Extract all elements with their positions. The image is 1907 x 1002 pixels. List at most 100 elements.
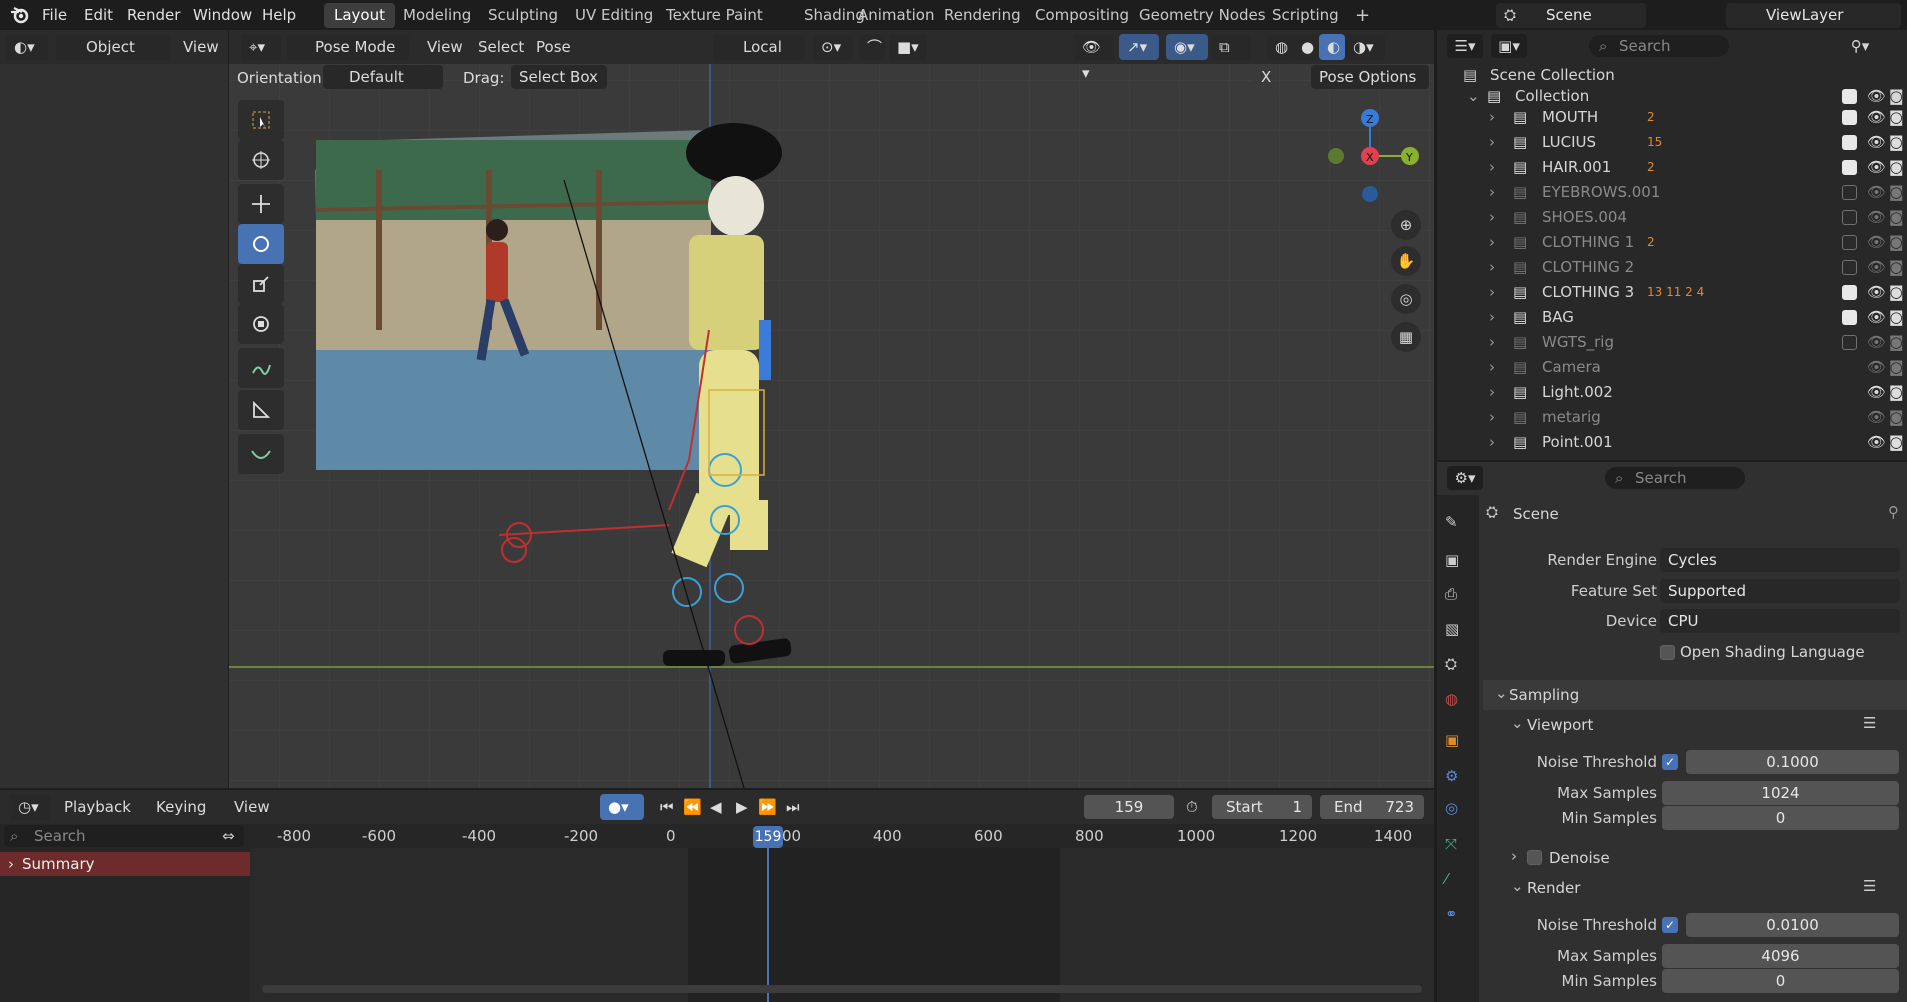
eye-icon[interactable]: 👁 [1867,405,1886,430]
timeline-editor-type-icon[interactable]: ◷▾ [10,794,50,820]
timeline-view-menu[interactable]: View [234,794,270,820]
eye-icon[interactable]: 👁 [1867,230,1886,255]
chevron-right-icon[interactable]: › [1489,205,1495,230]
solid-shading-icon[interactable]: ● [1293,34,1319,60]
playback-menu[interactable]: Playback [64,794,131,820]
eye-icon[interactable]: 👁 [1867,180,1886,205]
feature-set-dropdown[interactable]: Supported [1660,579,1900,603]
viewport-editor-type-icon[interactable]: ⌖▾ [241,34,281,60]
exclude-checkbox[interactable] [1842,185,1857,200]
camera-render-icon[interactable]: ◙ [1889,330,1904,355]
viewport-select-menu[interactable]: Select [478,34,524,60]
swap-icon[interactable]: ⇔ [222,825,235,847]
list-icon[interactable]: ☰ [1863,877,1876,895]
bone-tab-icon[interactable]: ⁄ [1445,870,1448,888]
properties-editor-type-icon[interactable]: ⚙▾ [1447,466,1483,490]
transform-orientation-dropdown[interactable]: Local [713,34,805,60]
outliner-row[interactable]: › ▤ CLOTHING 1 2 👁 ◙ [1437,230,1907,255]
menu-window[interactable]: Window [185,4,260,26]
tab-sculpting[interactable]: Sculpting [478,3,568,28]
zoom-icon[interactable]: ⊕ [1391,210,1421,240]
blender-logo-icon[interactable] [10,6,30,24]
outliner-row[interactable]: › ▤ HAIR.001 2 👁 ◙ [1437,155,1907,180]
start-frame-field[interactable]: Start 1 [1212,795,1312,819]
scale-icon[interactable] [238,264,284,304]
menu-edit[interactable]: Edit [76,4,121,26]
tool-tab-icon[interactable]: ✎ [1445,513,1458,531]
add-workspace-button[interactable]: + [1345,3,1380,28]
rendered-shading-icon[interactable]: ◑▾ [1345,34,1385,60]
eye-icon[interactable]: 👁 [1867,305,1886,330]
outliner-row[interactable]: › ▤ WGTS_rig 👁 ◙ [1437,330,1907,355]
outliner-row[interactable]: › ▤ metarig 👁 ◙ [1437,405,1907,430]
eye-icon[interactable]: 👁 [1867,355,1886,380]
camera-render-icon[interactable]: ◙ [1889,205,1904,230]
end-frame-field[interactable]: End 723 [1320,795,1424,819]
vp-min-samples-field[interactable]: 0 [1662,806,1899,830]
outliner-row[interactable]: › ▤ Light.002 👁 ◙ [1437,380,1907,405]
viewlayer-selector[interactable]: ViewLayer [1726,3,1901,28]
tab-layout[interactable]: Layout [324,3,395,28]
jump-start-icon[interactable]: ⏮ [660,794,674,820]
orientation-dropdown[interactable]: Default [323,65,443,89]
camera-render-icon[interactable]: ◙ [1889,255,1904,280]
jump-next-keyframe-icon[interactable]: ⏩ [758,794,777,820]
tab-compositing[interactable]: Compositing [1025,3,1139,28]
stopwatch-icon[interactable]: ⏱ [1186,794,1198,820]
pin-icon[interactable]: ⚲ [1888,503,1899,521]
osl-checkbox[interactable] [1660,645,1675,660]
camera-render-icon[interactable]: ◙ [1889,230,1904,255]
chevron-right-icon[interactable]: › [1489,430,1495,455]
camera-render-icon[interactable]: ◙ [1889,180,1904,205]
camera-render-icon[interactable]: ◙ [1889,430,1904,455]
armature-tab-icon[interactable]: ⤧ [1445,835,1457,853]
playhead-line[interactable] [767,848,769,1002]
material-shading-icon[interactable]: ◐ [1319,34,1345,60]
viewport-view-menu[interactable]: View [427,34,463,60]
view-menu[interactable]: View [183,34,219,60]
camera-render-icon[interactable]: ◙ [1889,130,1904,155]
menu-help[interactable]: Help [254,4,304,26]
render-engine-dropdown[interactable]: Cycles [1660,548,1900,572]
rotate-icon[interactable] [238,224,284,264]
chevron-right-icon[interactable]: › [1489,380,1495,405]
chevron-right-icon[interactable]: › [1489,230,1495,255]
x-mirror-toggle[interactable]: X [1253,65,1275,89]
outliner-row[interactable]: › ▤ Point.001 👁 ◙ [1437,430,1907,455]
relax-icon[interactable] [238,434,284,474]
jump-prev-keyframe-icon[interactable]: ⏪ [683,794,702,820]
chevron-right-icon[interactable]: › [1489,105,1495,130]
exclude-checkbox[interactable] [1842,285,1857,300]
timeline-search-input[interactable]: ⌕ Search ⇔ [4,825,244,847]
menu-render[interactable]: Render [119,4,188,26]
tab-rendering[interactable]: Rendering [934,3,1031,28]
outliner-row[interactable]: › ▤ EYEBROWS.001 👁 ◙ [1437,180,1907,205]
cursor-icon[interactable] [238,140,284,180]
r-max-samples-field[interactable]: 4096 [1662,944,1899,968]
eye-icon[interactable]: 👁 [1867,205,1886,230]
exclude-checkbox[interactable] [1842,235,1857,250]
denoise-subpanel-header[interactable]: › Denoise [1483,843,1907,873]
annotate-icon[interactable] [238,348,284,388]
move-icon[interactable] [238,184,284,224]
exclude-checkbox[interactable] [1842,260,1857,275]
display-mode-icon[interactable]: ▣▾ [1491,34,1527,58]
chevron-right-icon[interactable]: › [1489,330,1495,355]
outliner-row[interactable]: › ▤ Camera 👁 ◙ [1437,355,1907,380]
chevron-right-icon[interactable]: › [1489,305,1495,330]
properties-search-input[interactable]: ⌕ Search [1605,467,1745,489]
camera-render-icon[interactable]: ◙ [1889,105,1904,130]
exclude-checkbox[interactable] [1842,335,1857,350]
chevron-right-icon[interactable]: › [1489,355,1495,380]
outliner-row[interactable]: › ▤ BAG 👁 ◙ [1437,305,1907,330]
editor-type-icon[interactable]: ◐▾ [6,34,48,60]
camera-render-icon[interactable]: ◙ [1889,280,1904,305]
outliner-row[interactable]: › ▤ SHOES.004 👁 ◙ [1437,205,1907,230]
eye-icon[interactable]: 👁 [1867,255,1886,280]
pose-options-dropdown[interactable]: Pose Options [1311,65,1429,89]
viewport-subpanel-header[interactable]: ⌄ Viewport ☰ [1483,710,1907,740]
playhead-label[interactable]: 159 [753,826,783,848]
exclude-checkbox[interactable] [1842,110,1857,125]
tab-modeling[interactable]: Modeling [393,3,481,28]
chevron-right-icon[interactable]: › [1489,405,1495,430]
